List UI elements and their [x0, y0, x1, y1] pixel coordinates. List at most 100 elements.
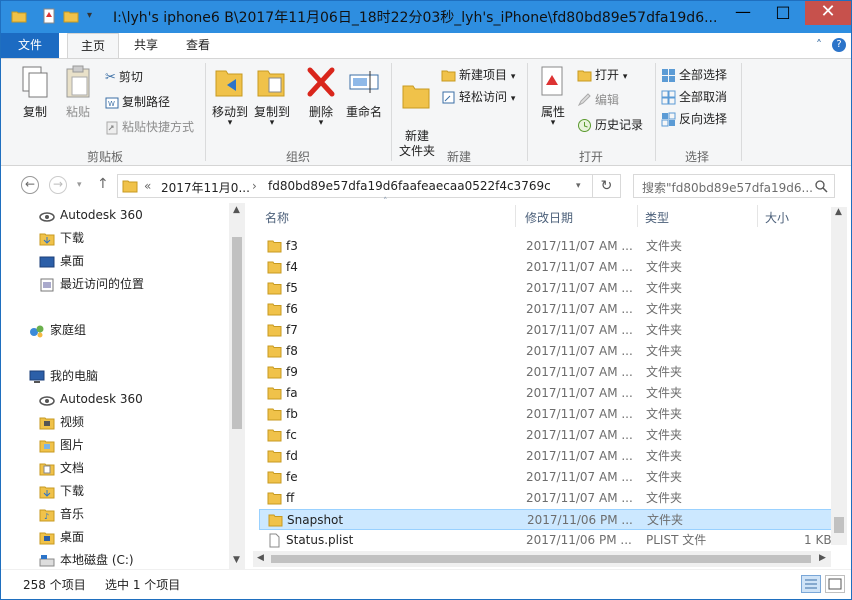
breadcrumb-item[interactable]: 2017年11月0... [161, 179, 250, 196]
copy-path-button[interactable]: W 复制路径 [105, 92, 170, 112]
file-date: 2017/11/07 AM ... [526, 323, 633, 337]
close-button[interactable]: ✕ [805, 1, 851, 25]
file-row[interactable]: f7 2017/11/07 AM ... 文件夹 [259, 320, 839, 341]
file-name: fe [286, 470, 298, 484]
nav-item-music[interactable]: ♪ 音乐 [39, 504, 84, 525]
large-icons-view-button[interactable] [825, 575, 845, 593]
tab-home[interactable]: 主页 [67, 33, 119, 58]
tab-file[interactable]: 文件 [1, 33, 59, 58]
nav-item-downloads-pc[interactable]: 下载 [39, 481, 84, 502]
file-row[interactable]: fa 2017/11/07 AM ... 文件夹 [259, 383, 839, 404]
select-none-button[interactable]: 全部取消 [661, 87, 727, 107]
file-row[interactable]: f6 2017/11/07 AM ... 文件夹 [259, 299, 839, 320]
tab-share[interactable]: 共享 [121, 33, 171, 58]
minimize-button[interactable]: — [728, 1, 758, 25]
file-row[interactable]: ff 2017/11/07 AM ... 文件夹 [259, 488, 839, 509]
nav-item-pictures[interactable]: 图片 [39, 435, 84, 456]
refresh-button[interactable]: ↻ [593, 174, 621, 198]
file-row[interactable]: Snapshot 2017/11/06 PM ... 文件夹 [259, 509, 839, 530]
edit-button[interactable]: 编辑 [577, 90, 619, 110]
file-row[interactable]: f3 2017/11/07 AM ... 文件夹 [259, 236, 839, 257]
column-header-date[interactable]: 修改日期 [525, 209, 573, 226]
cut-button[interactable]: ✂ 剪切 [105, 67, 143, 87]
scroll-up-icon[interactable]: ▲ [835, 207, 842, 217]
new-folder-icon[interactable] [63, 8, 79, 24]
quick-access-dropdown-icon[interactable]: ▾ [87, 10, 103, 26]
folder-icon[interactable] [11, 8, 27, 24]
breadcrumb-overflow[interactable]: « [144, 179, 151, 193]
easy-access-button[interactable]: 轻松访问 ▾ [441, 87, 515, 107]
details-view-button[interactable] [801, 575, 821, 593]
new-item-button[interactable]: 新建项目 ▾ [441, 65, 515, 85]
paste-button[interactable]: 粘贴 [55, 65, 101, 120]
maximize-button[interactable]: □ [768, 1, 798, 25]
column-header-type[interactable]: 类型 [645, 209, 669, 226]
scroll-right-icon[interactable]: ▶ [819, 553, 826, 563]
properties-icon[interactable] [41, 8, 57, 24]
forward-icon[interactable]: → [49, 176, 67, 194]
file-row[interactable]: f4 2017/11/07 AM ... 文件夹 [259, 257, 839, 278]
scroll-up-icon[interactable]: ▲ [233, 205, 240, 215]
file-row[interactable]: fe 2017/11/07 AM ... 文件夹 [259, 467, 839, 488]
recent-locations-dropdown-icon[interactable]: ▾ [77, 180, 82, 190]
file-date: 2017/11/07 AM ... [526, 386, 633, 400]
nav-item-desktop-pc[interactable]: 桌面 [39, 527, 84, 548]
file-row[interactable]: f8 2017/11/07 AM ... 文件夹 [259, 341, 839, 362]
properties-button[interactable]: 属性 ▾ [533, 65, 573, 128]
address-bar[interactable]: « 2017年11月0... › fd80bd89e57dfa19d6faafe… [117, 174, 593, 198]
column-divider[interactable] [515, 205, 516, 227]
file-row[interactable]: f9 2017/11/07 AM ... 文件夹 [259, 362, 839, 383]
scroll-down-icon[interactable]: ▼ [233, 555, 240, 565]
copy-to-button[interactable]: 复制到 ▾ [251, 65, 293, 128]
copy-to-label: 复制到 [253, 105, 290, 119]
nav-item-videos[interactable]: 视频 [39, 412, 84, 433]
title-bar: ▾ I:\lyh's iphone6 B\2017年11月06日_18时22分0… [1, 1, 851, 33]
file-row[interactable]: fb 2017/11/07 AM ... 文件夹 [259, 404, 839, 425]
column-header-name[interactable]: 名称 [265, 209, 289, 226]
file-row[interactable]: f5 2017/11/07 AM ... 文件夹 [259, 278, 839, 299]
file-date: 2017/11/06 PM ... [526, 533, 632, 547]
copy-button[interactable]: 复制 [9, 65, 61, 120]
file-row[interactable]: fd 2017/11/07 AM ... 文件夹 [259, 446, 839, 467]
nav-item-autodesk360-pc[interactable]: Autodesk 360 [39, 389, 143, 410]
scroll-left-icon[interactable]: ◀ [257, 553, 264, 563]
nav-item-recent[interactable]: 最近访问的位置 [39, 274, 144, 295]
file-list-hscrollbar[interactable]: ◀ ▶ [253, 551, 831, 567]
file-list-scrollbar[interactable]: ▲ [831, 207, 847, 545]
search-input[interactable]: 搜索"fd80bd89e57dfa19d6... [633, 174, 835, 198]
nav-item-homegroup[interactable]: 家庭组 [29, 320, 86, 341]
new-folder-button[interactable]: 新建 文件夹 [395, 65, 439, 159]
nav-item-desktop[interactable]: 桌面 [39, 251, 84, 272]
delete-button[interactable]: 删除 ▾ [301, 65, 341, 128]
nav-pane-scrollbar[interactable]: ▲ ▼ [229, 203, 245, 569]
nav-item-documents[interactable]: 文档 [39, 458, 84, 479]
select-all-button[interactable]: 全部选择 [661, 65, 727, 85]
file-row[interactable]: Status.plist 2017/11/06 PM ... PLIST 文件 1 K… [259, 530, 839, 551]
scrollbar-thumb[interactable] [271, 555, 811, 563]
column-header-size[interactable]: 大小 [765, 209, 789, 226]
paste-shortcut-button[interactable]: 粘贴快捷方式 [105, 117, 194, 137]
rename-button[interactable]: 重命名 [341, 65, 387, 120]
history-button[interactable]: 历史记录 [577, 115, 643, 135]
nav-item-downloads[interactable]: 下载 [39, 228, 84, 249]
scrollbar-thumb[interactable] [834, 517, 844, 533]
help-icon[interactable]: ? [832, 38, 846, 52]
move-to-button[interactable]: 移动到 ▾ [209, 65, 251, 128]
breadcrumb-item-current[interactable]: fd80bd89e57dfa19d6faafeaecaa0522f4c3769c [268, 179, 551, 193]
new-group-label: 新建 [446, 150, 471, 164]
open-button[interactable]: 打开 ▾ [577, 65, 627, 85]
invert-selection-button[interactable]: 反向选择 [661, 109, 727, 129]
nav-item-local-disk-c[interactable]: 本地磁盘 (C:) [39, 550, 134, 571]
column-divider[interactable] [637, 205, 638, 227]
file-row[interactable]: fc 2017/11/07 AM ... 文件夹 [259, 425, 839, 446]
column-divider[interactable] [757, 205, 758, 227]
ribbon-collapse-icon[interactable]: ˄ [816, 38, 822, 52]
back-icon[interactable]: ← [21, 176, 39, 194]
up-icon[interactable]: ↑ [97, 176, 109, 192]
nav-item-this-pc[interactable]: 我的电脑 [29, 366, 98, 387]
tab-view[interactable]: 查看 [173, 33, 223, 58]
nav-item-autodesk360[interactable]: Autodesk 360 [39, 205, 143, 226]
breadcrumb-separator[interactable]: › [252, 179, 257, 193]
scrollbar-thumb[interactable] [232, 237, 242, 429]
address-dropdown-icon[interactable]: ▾ [576, 181, 581, 191]
